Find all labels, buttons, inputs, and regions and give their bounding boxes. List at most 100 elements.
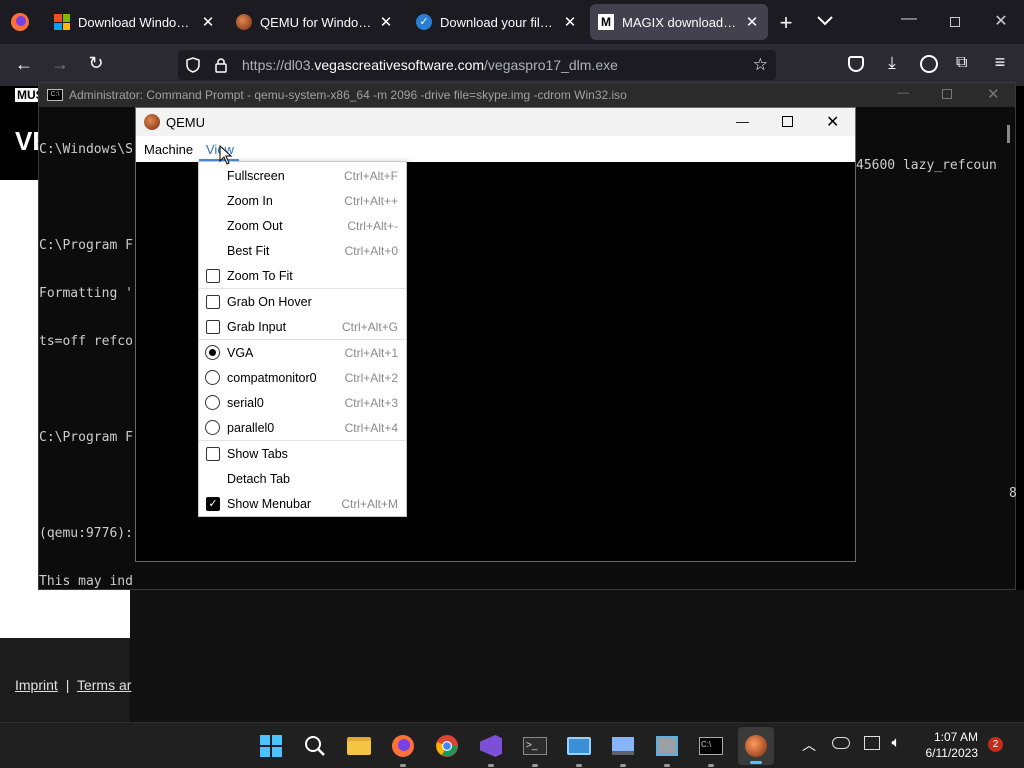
- search-button[interactable]: [300, 731, 330, 761]
- checkbox-icon[interactable]: [206, 319, 220, 334]
- cmd-line: C:\Program F: [39, 430, 133, 445]
- pocket-icon[interactable]: [848, 56, 864, 72]
- menu-item-shortcut: Ctrl+Alt+G: [341, 319, 398, 334]
- menu-item-detach-tab[interactable]: Detach Tab: [199, 466, 406, 491]
- checkbox-icon[interactable]: [206, 268, 220, 283]
- forward-arrow-icon[interactable]: →: [50, 54, 70, 75]
- close-icon[interactable]: ✕: [826, 112, 839, 132]
- star-icon[interactable]: ☆: [753, 55, 768, 75]
- start-button[interactable]: [256, 731, 286, 761]
- radio-icon[interactable]: [205, 395, 220, 410]
- close-icon[interactable]: ✕: [987, 85, 1000, 103]
- cloud-offline-icon[interactable]: [832, 737, 850, 749]
- menu-item-label: Detach Tab: [227, 471, 291, 486]
- cmd-title-bar[interactable]: C:\ Administrator: Command Prompt - qemu…: [39, 83, 1015, 107]
- imprint-link[interactable]: Imprint: [15, 677, 58, 693]
- close-icon[interactable]: ✕: [562, 13, 578, 31]
- qemu-title: QEMU: [166, 114, 205, 130]
- cmd-scrollbar[interactable]: [1007, 125, 1010, 143]
- monitor-app-icon: [612, 737, 634, 755]
- minimize-icon[interactable]: —: [900, 10, 918, 28]
- windows-logo-icon: [54, 14, 70, 30]
- cmd-taskbar-button[interactable]: C:\: [696, 731, 726, 767]
- menu-machine[interactable]: Machine: [144, 142, 193, 157]
- url-bar[interactable]: https://dl03.vegascreativesoftware.com/v…: [178, 50, 776, 80]
- menu-item-label: Zoom To Fit: [227, 268, 293, 283]
- menu-item-label: Zoom Out: [227, 218, 283, 233]
- tab-download-your-file[interactable]: ✓ Download your file no ✕: [408, 4, 586, 40]
- menu-item-label: Fullscreen: [227, 168, 285, 183]
- reload-icon[interactable]: ↻: [86, 53, 106, 74]
- restore-icon[interactable]: [950, 17, 960, 27]
- terms-link[interactable]: Terms ar: [77, 677, 131, 693]
- firefox-icon[interactable]: [10, 12, 30, 32]
- download-icon[interactable]: ⤓: [882, 53, 902, 73]
- tab-qemu-for-windows[interactable]: QEMU for Windows – I ✕: [228, 4, 402, 40]
- hamburger-menu-icon[interactable]: ≡: [990, 52, 1010, 73]
- device-manager-taskbar-button[interactable]: [652, 731, 682, 767]
- chrome-taskbar-button[interactable]: [432, 731, 462, 761]
- remote-desktop-taskbar-button[interactable]: [564, 731, 594, 767]
- extensions-icon[interactable]: ⧉: [956, 54, 972, 72]
- terminal-icon: >_: [523, 737, 547, 755]
- radio-icon[interactable]: [205, 370, 220, 385]
- volume-icon[interactable]: 🔈︎: [886, 734, 906, 751]
- cmd-line: Formatting ': [39, 286, 133, 301]
- tab-magix-download[interactable]: M MAGIX download - tha ✕: [590, 4, 768, 40]
- minimize-icon[interactable]: —: [736, 114, 749, 129]
- radio-icon[interactable]: [205, 420, 220, 435]
- radio-selected-icon[interactable]: [205, 345, 220, 360]
- lock-icon[interactable]: [214, 57, 228, 73]
- firefox-icon: [392, 735, 414, 757]
- file-explorer-button[interactable]: [344, 731, 374, 761]
- network-icon[interactable]: [864, 736, 880, 750]
- menu-item-shortcut: Ctrl+Alt+0: [344, 243, 398, 258]
- close-icon[interactable]: ✕: [378, 13, 394, 31]
- maximize-icon[interactable]: [942, 89, 952, 99]
- menu-item-grab-on-hover[interactable]: Grab On Hover: [199, 289, 406, 314]
- cmd-line: C:\Program F: [39, 238, 133, 253]
- minimize-icon[interactable]: —: [897, 85, 909, 99]
- remote-desktop-icon: [567, 737, 591, 755]
- qemu-taskbar-button[interactable]: [738, 727, 774, 765]
- menu-item-show-tabs[interactable]: Show Tabs: [199, 441, 406, 466]
- shield-icon[interactable]: [186, 57, 200, 73]
- back-arrow-icon[interactable]: ←: [14, 54, 34, 75]
- chevron-down-icon[interactable]: [816, 14, 834, 32]
- menu-item-show-menubar[interactable]: ✓ Show Menubar Ctrl+Alt+M: [199, 491, 406, 516]
- clock[interactable]: 1:07 AM 6/11/2023: [912, 729, 979, 761]
- tab-title: QEMU for Windows – I: [260, 14, 372, 30]
- clock-date: 6/11/2023: [925, 746, 979, 760]
- network-app-taskbar-button[interactable]: [608, 731, 638, 767]
- menu-item-label: compatmonitor0: [227, 370, 317, 385]
- cmd-line: C:\Windows\S: [39, 142, 133, 157]
- menu-item-vga[interactable]: VGA Ctrl+Alt+1: [199, 340, 406, 365]
- menu-item-zoom-to-fit[interactable]: Zoom To Fit: [199, 263, 406, 288]
- notification-badge[interactable]: 2: [988, 737, 1003, 752]
- tab-download-windows[interactable]: Download Windows 10 ✕: [46, 4, 224, 40]
- chevron-up-icon[interactable]: ︿: [800, 735, 818, 755]
- close-icon[interactable]: ✕: [200, 13, 216, 31]
- maximize-icon[interactable]: [782, 116, 793, 127]
- running-indicator: [708, 764, 714, 767]
- visual-studio-taskbar-button[interactable]: [476, 731, 506, 767]
- menu-item-parallel0[interactable]: parallel0 Ctrl+Alt+4: [199, 415, 406, 440]
- menu-item-zoom-in[interactable]: Zoom In Ctrl+Alt++: [199, 188, 406, 213]
- checkbox-icon[interactable]: [206, 294, 220, 309]
- terminal-taskbar-button[interactable]: >_: [520, 731, 550, 767]
- checkbox-checked-icon[interactable]: ✓: [206, 496, 220, 511]
- qemu-title-bar[interactable]: QEMU — ✕: [136, 108, 855, 136]
- close-icon[interactable]: ✕: [744, 13, 760, 31]
- new-tab-icon[interactable]: +: [776, 10, 796, 36]
- active-indicator: [750, 761, 762, 764]
- menu-item-serial0[interactable]: serial0 Ctrl+Alt+3: [199, 390, 406, 415]
- close-window-icon[interactable]: ✕: [992, 11, 1010, 31]
- folder-icon: [347, 737, 371, 755]
- checkbox-icon[interactable]: [206, 446, 220, 461]
- menu-item-best-fit[interactable]: Best Fit Ctrl+Alt+0: [199, 238, 406, 263]
- menu-item-compatmonitor0[interactable]: compatmonitor0 Ctrl+Alt+2: [199, 365, 406, 390]
- menu-item-zoom-out[interactable]: Zoom Out Ctrl+Alt+-: [199, 213, 406, 238]
- firefox-taskbar-button[interactable]: [388, 731, 418, 767]
- account-icon[interactable]: [920, 55, 938, 73]
- menu-item-grab-input[interactable]: Grab Input Ctrl+Alt+G: [199, 314, 406, 339]
